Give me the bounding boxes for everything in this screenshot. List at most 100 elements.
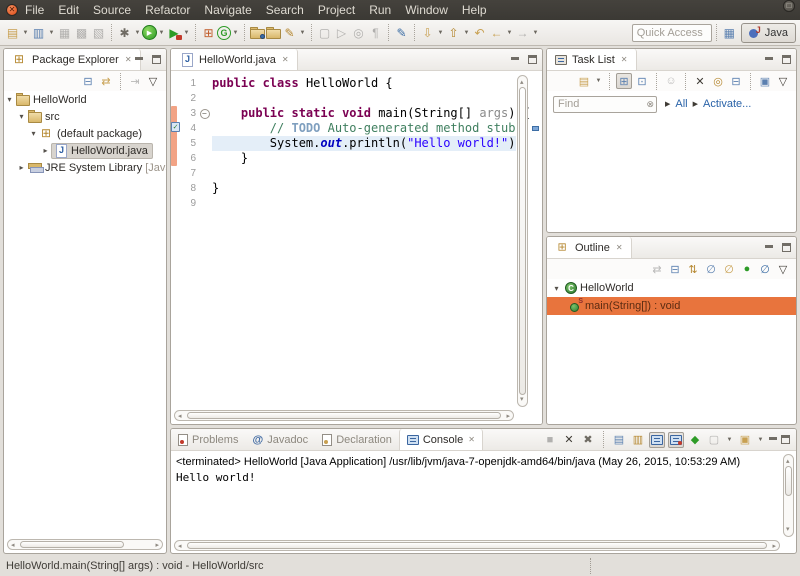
console-horizontal-scrollbar[interactable]: ◂ ▸ (174, 540, 780, 551)
run-last-tool-icon[interactable]: ▷ (333, 24, 350, 41)
fold-collapse-icon[interactable] (198, 106, 212, 121)
remove-all-terminated-icon[interactable]: ✖ (580, 432, 596, 448)
debug-dropdown-icon[interactable]: ▼ (133, 30, 142, 36)
terminate-icon[interactable]: ■ (542, 432, 558, 448)
open-task-icon[interactable]: ▢ (316, 24, 333, 41)
menu-search[interactable]: Search (259, 1, 311, 19)
console-vertical-scrollbar[interactable]: ▴ ▾ (783, 454, 794, 537)
expander-open-icon[interactable]: ▾ (4, 95, 15, 104)
minimize-icon[interactable] (764, 243, 774, 252)
window-close-button[interactable]: ✕ (6, 4, 18, 16)
console-body[interactable]: <terminated> HelloWorld [Java Applicatio… (171, 452, 783, 540)
profile-icon[interactable]: ◎ (350, 24, 367, 41)
declaration-tab[interactable]: Declaration (315, 429, 399, 450)
open-resource-folder-icon[interactable] (265, 26, 281, 39)
java-perspective-button[interactable]: Java (740, 22, 796, 43)
hide-non-public-icon[interactable]: ● (739, 261, 755, 277)
expander-open-icon[interactable]: ▾ (16, 112, 27, 121)
sort-icon[interactable]: ⇅ (685, 261, 701, 277)
my-tasks-icon[interactable]: ☺ (663, 73, 679, 89)
show-whitespace-icon[interactable]: ¶ (367, 24, 384, 41)
find-input[interactable] (553, 95, 657, 113)
maximize-icon[interactable] (528, 55, 537, 64)
new-task-icon[interactable]: ▤ (576, 73, 592, 89)
scroll-left-icon[interactable]: ◂ (11, 541, 15, 550)
activate-link[interactable]: Activate... (703, 98, 751, 110)
scrollbar-thumb[interactable] (20, 541, 124, 548)
task-list-tab[interactable]: Task List ✕ (547, 49, 637, 70)
search-wand-icon[interactable]: ✎ (281, 24, 298, 41)
tree-item-default-package[interactable]: ▾ (default package) (4, 125, 166, 142)
javadoc-tab[interactable]: @ Javadoc (245, 429, 315, 450)
tree-item-helloworld-project[interactable]: ▾ HelloWorld (4, 91, 166, 108)
scrollbar-thumb[interactable] (519, 87, 526, 395)
previous-annotation-icon[interactable]: ⇧ (445, 24, 462, 41)
coverage-icon[interactable]: G (217, 25, 231, 40)
scroll-up-icon[interactable]: ▴ (786, 457, 790, 466)
view-menu-icon[interactable]: ▽ (145, 73, 161, 89)
outline-tab[interactable]: Outline ✕ (547, 237, 632, 258)
code-line[interactable]: 2 (171, 91, 516, 106)
window-maximize-button[interactable]: □ (783, 0, 795, 12)
mark-occurrences-icon[interactable]: ✎ (393, 24, 410, 41)
menu-refactor[interactable]: Refactor (138, 1, 197, 19)
pin-console-icon[interactable]: ◆ (687, 432, 703, 448)
minimize-icon[interactable] (764, 55, 774, 64)
code-line[interactable]: 3 public static void main(String[] args)… (171, 106, 530, 121)
new-wizard-dropdown-icon[interactable]: ▼ (21, 30, 30, 36)
new-java-project-icon[interactable]: ▥ (30, 24, 47, 41)
save-icon[interactable]: ▦ (56, 24, 73, 41)
search-dropdown-icon[interactable]: ▼ (298, 30, 307, 36)
print-icon[interactable]: ▧ (90, 24, 107, 41)
hide-completed-icon[interactable]: ✕ (692, 73, 708, 89)
remove-launch-icon[interactable]: ✕ (561, 432, 577, 448)
scroll-down-icon[interactable]: ▾ (786, 525, 790, 534)
scroll-right-icon[interactable]: ▸ (772, 542, 776, 551)
task-repositories-icon[interactable]: ▣ (757, 73, 773, 89)
horizontal-scrollbar[interactable]: ◂ ▸ (7, 539, 163, 550)
menu-run[interactable]: Run (362, 1, 398, 19)
link-with-editor-icon[interactable]: ⇄ (649, 261, 665, 277)
problems-tab[interactable]: Problems (171, 429, 245, 450)
tree-item-helloworld-java[interactable]: ▸ HelloWorld.java (4, 142, 166, 159)
collapse-all-icon[interactable]: ⊟ (80, 73, 96, 89)
scroll-down-icon[interactable]: ▾ (520, 395, 524, 404)
open-perspective-icon[interactable]: ▦ (721, 24, 738, 41)
editor-vertical-scrollbar[interactable]: ▴ ▾ (517, 75, 528, 407)
code-line[interactable]: 8} (171, 181, 516, 196)
menu-navigate[interactable]: Navigate (197, 1, 258, 19)
menu-window[interactable]: Window (398, 1, 455, 19)
scroll-left-icon[interactable]: ◂ (178, 542, 182, 551)
all-link[interactable]: All (675, 98, 687, 110)
scrollbar-thumb[interactable] (187, 412, 501, 419)
expander-open-icon[interactable]: ▾ (28, 129, 39, 138)
minimize-icon[interactable] (510, 55, 520, 64)
expander-closed-icon[interactable]: ▸ (40, 146, 51, 155)
scroll-right-icon[interactable]: ▸ (155, 541, 159, 550)
back-dropdown-icon[interactable]: ▼ (505, 30, 514, 36)
scheduled-view-icon[interactable]: ⊡ (634, 73, 650, 89)
external-tools-dropdown-icon[interactable]: ▼ (182, 30, 191, 36)
display-console-dropdown-icon[interactable]: ▼ (725, 437, 734, 443)
forward-icon[interactable]: → (514, 24, 531, 41)
next-annotation-icon[interactable]: ⇩ (419, 24, 436, 41)
new-task-dropdown-icon[interactable]: ▼ (594, 78, 603, 84)
open-console-icon[interactable]: ▣ (737, 432, 753, 448)
maximize-icon[interactable] (782, 55, 791, 64)
outline-item-main-method[interactable]: main(String[]) : void (547, 297, 796, 315)
expander-open-icon[interactable]: ▾ (551, 284, 562, 293)
editor-horizontal-scrollbar[interactable]: ◂ ▸ (174, 410, 514, 421)
save-all-icon[interactable]: ▩ (73, 24, 90, 41)
quick-access-input[interactable] (631, 23, 712, 42)
code-line[interactable]: 9 (171, 196, 516, 211)
maximize-icon[interactable] (781, 435, 790, 444)
run-icon[interactable]: ▶ (142, 25, 157, 40)
tree-item-jre-library[interactable]: ▸ JRE System Library [JavaSE-1. (4, 159, 166, 176)
code-line[interactable]: 4 // TODO Auto-generated method stub (171, 121, 516, 136)
scroll-right-icon[interactable]: ▸ (506, 412, 510, 421)
scroll-up-icon[interactable]: ▴ (520, 78, 524, 87)
menu-source[interactable]: Source (86, 1, 138, 19)
tab-close-icon[interactable]: ✕ (125, 55, 132, 64)
view-menu-icon[interactable]: ▽ (775, 261, 791, 277)
minimize-icon[interactable] (134, 55, 144, 64)
